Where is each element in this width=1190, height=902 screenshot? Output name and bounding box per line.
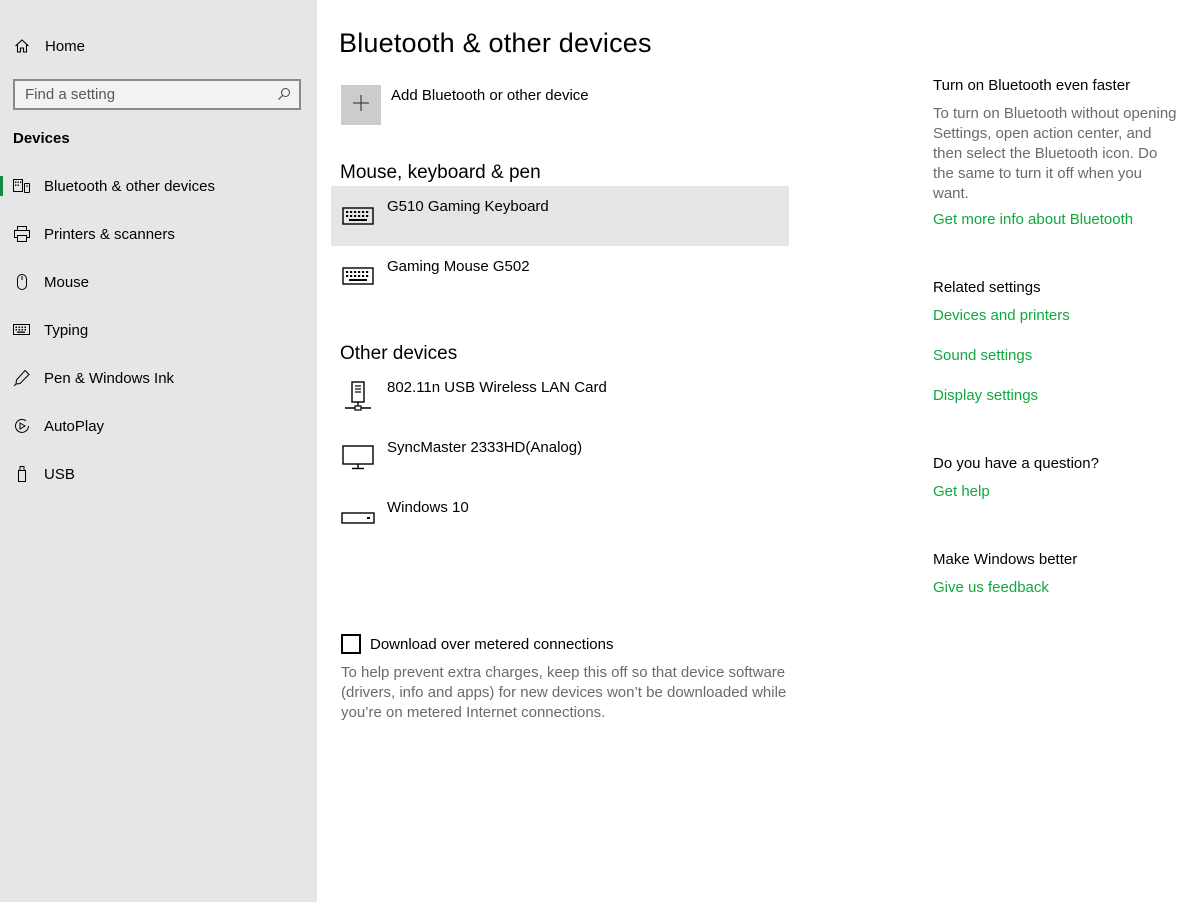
pen-icon	[13, 369, 31, 387]
device-item[interactable]: 802.11n USB Wireless LAN Card	[331, 367, 789, 427]
add-tile[interactable]	[341, 85, 381, 125]
sound-settings-link[interactable]: Sound settings	[933, 347, 1032, 364]
sidebar-item-mouse[interactable]: Mouse	[0, 258, 317, 306]
metered-checkbox[interactable]	[341, 634, 361, 654]
metered-description: To help prevent extra charges, keep this…	[341, 664, 787, 721]
sidebar-item-label: Printers & scanners	[44, 225, 175, 243]
mouse-icon	[13, 273, 31, 291]
computer-box-icon	[341, 501, 375, 533]
add-device-button[interactable]: Add Bluetooth or other device	[341, 85, 589, 125]
network-adapter-icon	[341, 381, 375, 413]
keyboard-icon	[341, 260, 375, 292]
device-item[interactable]: Windows 10	[331, 487, 789, 547]
keyboard-icon	[13, 321, 31, 339]
device-name: 802.11n USB Wireless LAN Card	[387, 379, 607, 396]
get-help-link[interactable]: Get help	[933, 483, 990, 500]
section-title-devices: Devices	[13, 130, 70, 147]
sidebar-item-label: AutoPlay	[44, 417, 105, 435]
page-title: Bluetooth & other devices	[339, 28, 652, 58]
devices-and-printers-link[interactable]: Devices and printers	[933, 307, 1070, 324]
group-title-other-devices: Other devices	[340, 343, 458, 364]
sidebar-item-printers[interactable]: Printers & scanners	[0, 210, 317, 258]
sidebar-item-bluetooth[interactable]: Bluetooth & other devices	[0, 162, 317, 210]
display-settings-link[interactable]: Display settings	[933, 387, 1038, 404]
feedback-link[interactable]: Give us feedback	[933, 579, 1049, 596]
keyboard-icon	[341, 200, 375, 232]
sidebar-item-usb[interactable]: USB	[0, 450, 317, 498]
autoplay-icon	[13, 417, 31, 435]
printer-icon	[13, 225, 31, 243]
device-item[interactable]: G510 Gaming Keyboard	[331, 186, 789, 246]
sidebar-item-label: Typing	[44, 321, 89, 339]
device-name: SyncMaster 2333HD(Analog)	[387, 439, 583, 456]
search-box[interactable]	[13, 79, 301, 110]
home-link[interactable]: Home	[13, 34, 85, 58]
bluetooth-info-link[interactable]: Get more info about Bluetooth	[933, 211, 1133, 228]
sidebar-item-label: Pen & Windows Ink	[44, 369, 175, 387]
sidebar-item-label: Mouse	[44, 273, 90, 291]
add-device-label: Add Bluetooth or other device	[391, 87, 589, 104]
home-icon	[13, 37, 31, 55]
related-settings-heading: Related settings	[933, 279, 1041, 296]
group-title-mouse-keyboard-pen: Mouse, keyboard & pen	[340, 162, 541, 183]
metered-download-toggle[interactable]: Download over metered connections	[341, 634, 613, 654]
search-input[interactable]	[15, 86, 265, 103]
sidebar-item-typing[interactable]: Typing	[0, 306, 317, 354]
device-name: G510 Gaming Keyboard	[387, 198, 549, 215]
plus-icon	[351, 93, 371, 118]
device-name: Windows 10	[387, 499, 469, 516]
bluetooth-tip-text: To turn on Bluetooth without opening Set…	[933, 105, 1177, 202]
sidebar-nav: Bluetooth & other devices Printers & sca…	[0, 162, 317, 498]
make-windows-better-heading: Make Windows better	[933, 551, 1078, 568]
sidebar-item-autoplay[interactable]: AutoPlay	[0, 402, 317, 450]
usb-icon	[13, 465, 31, 483]
home-label: Home	[45, 37, 86, 55]
bluetooth-devices-icon	[13, 177, 31, 195]
sidebar-item-label: Bluetooth & other devices	[44, 177, 215, 195]
device-item[interactable]: Gaming Mouse G502	[331, 246, 789, 306]
sidebar-item-label: USB	[44, 465, 75, 483]
main-content: Bluetooth & other devices Add Bluetooth …	[317, 0, 877, 902]
device-name: Gaming Mouse G502	[387, 258, 530, 275]
search-icon[interactable]	[277, 87, 291, 101]
monitor-icon	[341, 441, 375, 473]
sidebar-item-pen[interactable]: Pen & Windows Ink	[0, 354, 317, 402]
bluetooth-tip-heading: Turn on Bluetooth even faster	[933, 77, 1131, 94]
device-item[interactable]: SyncMaster 2333HD(Analog)	[331, 427, 789, 487]
sidebar: Home Devices Bluetooth & other devices P…	[0, 0, 317, 902]
question-heading: Do you have a question?	[933, 455, 1099, 472]
metered-label: Download over metered connections	[370, 635, 614, 653]
